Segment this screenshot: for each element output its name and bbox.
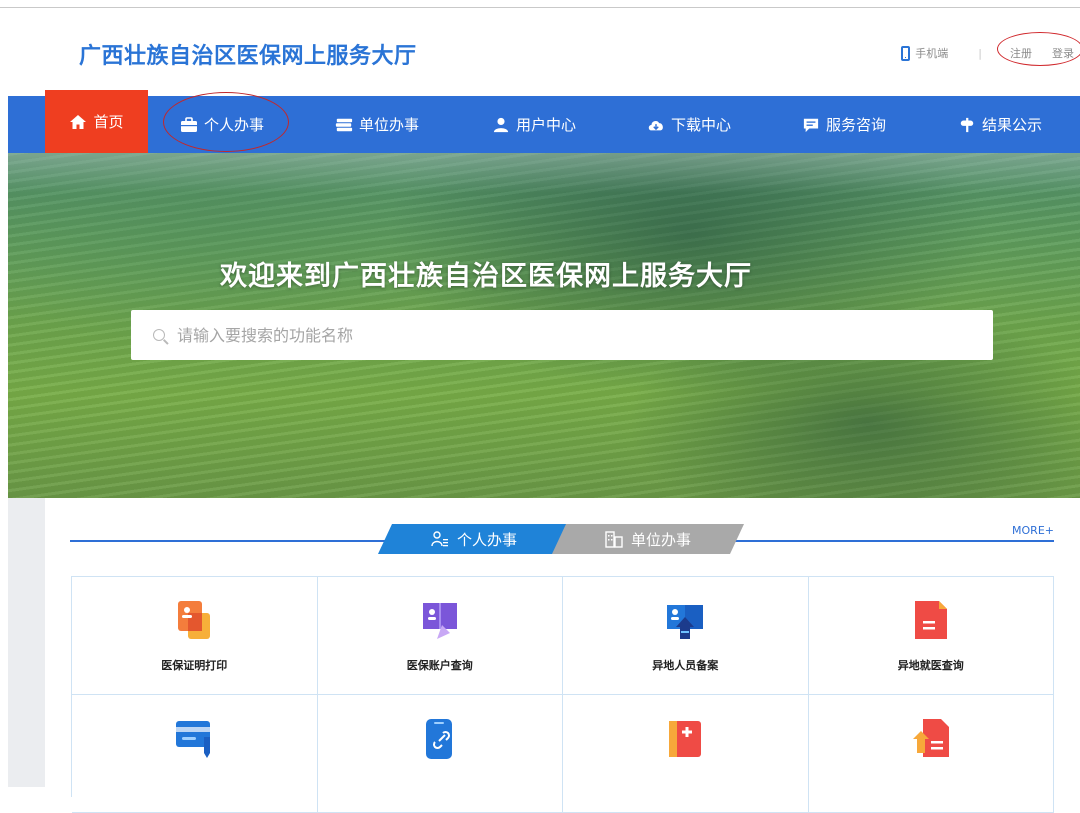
nav-item-personal[interactable]: 个人办事 (180, 96, 264, 153)
nav-item-user-center[interactable]: 用户中心 (492, 96, 576, 153)
mobile-link[interactable]: 手机端 (915, 45, 948, 61)
header-links: 手机端 | 注册 登录 (901, 32, 1080, 66)
service-item-medical-book[interactable] (563, 695, 809, 813)
more-link[interactable]: MORE+ (1012, 524, 1054, 537)
service-item-card-edit[interactable] (72, 695, 318, 813)
nav-label: 服务咨询 (826, 116, 887, 134)
search-input[interactable] (175, 324, 959, 346)
remote-medical-query-icon (914, 601, 947, 639)
site-title[interactable]: 广西壮族自治区医保网上服务大厅 (79, 38, 417, 70)
account-query-icon (422, 603, 457, 639)
login-link[interactable]: 登录 (1052, 45, 1074, 61)
service-label: 异地就医查询 (897, 659, 964, 672)
service-label: 医保证明打印 (161, 659, 228, 672)
service-item-certificate-print[interactable]: 医保证明打印 (72, 577, 318, 695)
unit-icon (335, 118, 353, 131)
home-icon (70, 114, 87, 129)
nav-label: 下载中心 (671, 116, 732, 134)
service-grid: 医保证明打印 医保账户查询 异地人员备案 异地就医查询 (71, 576, 1054, 813)
top-border (0, 7, 1080, 8)
person-list-icon (431, 530, 449, 548)
banner-sky (8, 153, 1080, 193)
nav-label: 结果公示 (982, 116, 1043, 134)
search-icon[interactable] (153, 329, 165, 341)
register-link[interactable]: 注册 (1010, 45, 1032, 61)
tab-unit[interactable]: 单位办事 (552, 524, 744, 554)
service-label: 异地人员备案 (652, 659, 719, 672)
medical-book-icon (669, 721, 702, 757)
service-item-account-query[interactable]: 医保账户查询 (317, 577, 563, 695)
main-nav: 首页 个人办事 单位办事 用户中心 下载中心 服务咨询 结果公示 (8, 90, 1080, 153)
nav-item-download[interactable]: 下载中心 (647, 96, 731, 153)
left-sidebar-strip (8, 498, 45, 787)
header-divider: | (978, 46, 982, 60)
certificate-print-icon (178, 601, 211, 639)
service-item-phone-link[interactable] (317, 695, 563, 813)
nav-item-consult[interactable]: 服务咨询 (802, 96, 886, 153)
phone-link-icon (425, 719, 452, 759)
cloud-download-icon (648, 120, 663, 130)
search-box[interactable] (131, 310, 993, 360)
service-item-document-upload[interactable] (808, 695, 1054, 813)
user-icon (493, 117, 509, 132)
nav-label: 个人办事 (204, 116, 265, 134)
nav-item-results[interactable]: 结果公示 (958, 96, 1042, 153)
signpost-icon (960, 117, 974, 132)
chat-icon (803, 118, 819, 132)
document-upload-icon (912, 719, 949, 757)
service-item-remote-medical-query[interactable]: 异地就医查询 (808, 577, 1054, 695)
tab-label: 个人办事 (456, 530, 517, 549)
hero-title: 欢迎来到广西壮族自治区医保网上服务大厅 (220, 261, 752, 292)
auth-links: 注册 登录 (997, 32, 1080, 66)
briefcase-icon (181, 116, 197, 132)
remote-registration-icon (667, 605, 704, 639)
tab-personal[interactable]: 个人办事 (378, 524, 570, 554)
nav-item-home[interactable]: 首页 (45, 90, 148, 153)
nav-item-unit[interactable]: 单位办事 (335, 96, 419, 153)
building-icon (605, 530, 623, 548)
hero-banner: 欢迎来到广西壮族自治区医保网上服务大厅 (8, 153, 1080, 498)
nav-label: 首页 (93, 113, 124, 131)
tab-label: 单位办事 (630, 530, 691, 549)
mobile-phone-icon[interactable] (901, 45, 911, 61)
nav-label: 单位办事 (359, 116, 420, 134)
service-label: 医保账户查询 (406, 659, 473, 672)
card-edit-icon (176, 721, 211, 758)
service-item-remote-registration[interactable]: 异地人员备案 (563, 577, 809, 695)
nav-label: 用户中心 (516, 116, 577, 134)
